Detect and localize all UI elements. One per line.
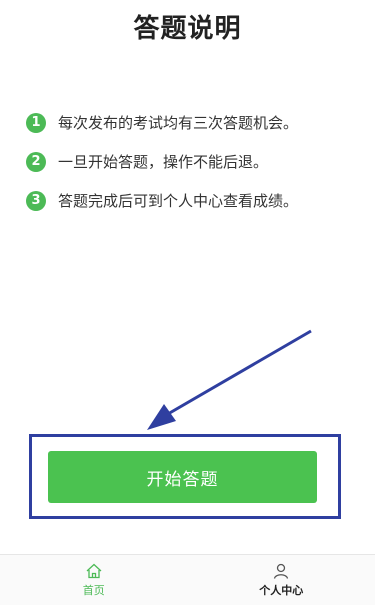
rule-item: 3 答题完成后可到个人中心查看成绩。	[26, 181, 366, 220]
start-answer-button[interactable]: 开始答题	[48, 451, 317, 503]
rule-text: 答题完成后可到个人中心查看成绩。	[58, 190, 298, 211]
bottom-tab-bar: 首页 个人中心	[0, 554, 375, 605]
rule-text: 每次发布的考试均有三次答题机会。	[58, 112, 298, 133]
rule-item: 1 每次发布的考试均有三次答题机会。	[26, 103, 366, 142]
rule-item: 2 一旦开始答题，操作不能后退。	[26, 142, 366, 181]
rule-number-badge: 2	[26, 152, 46, 172]
rule-number-badge: 1	[26, 113, 46, 133]
rule-number-badge: 3	[26, 191, 46, 211]
person-icon	[272, 562, 290, 580]
annotation-arrow-shaft	[161, 331, 311, 418]
annotation-arrow-head	[147, 404, 176, 430]
home-icon	[85, 562, 103, 580]
tab-label: 个人中心	[259, 582, 303, 598]
rules-list: 1 每次发布的考试均有三次答题机会。 2 一旦开始答题，操作不能后退。 3 答题…	[26, 103, 366, 220]
rule-text: 一旦开始答题，操作不能后退。	[58, 151, 268, 172]
tab-profile[interactable]: 个人中心	[188, 555, 375, 605]
tab-home[interactable]: 首页	[0, 555, 188, 605]
tab-label: 首页	[83, 582, 105, 598]
page-title: 答题说明	[0, 8, 375, 45]
